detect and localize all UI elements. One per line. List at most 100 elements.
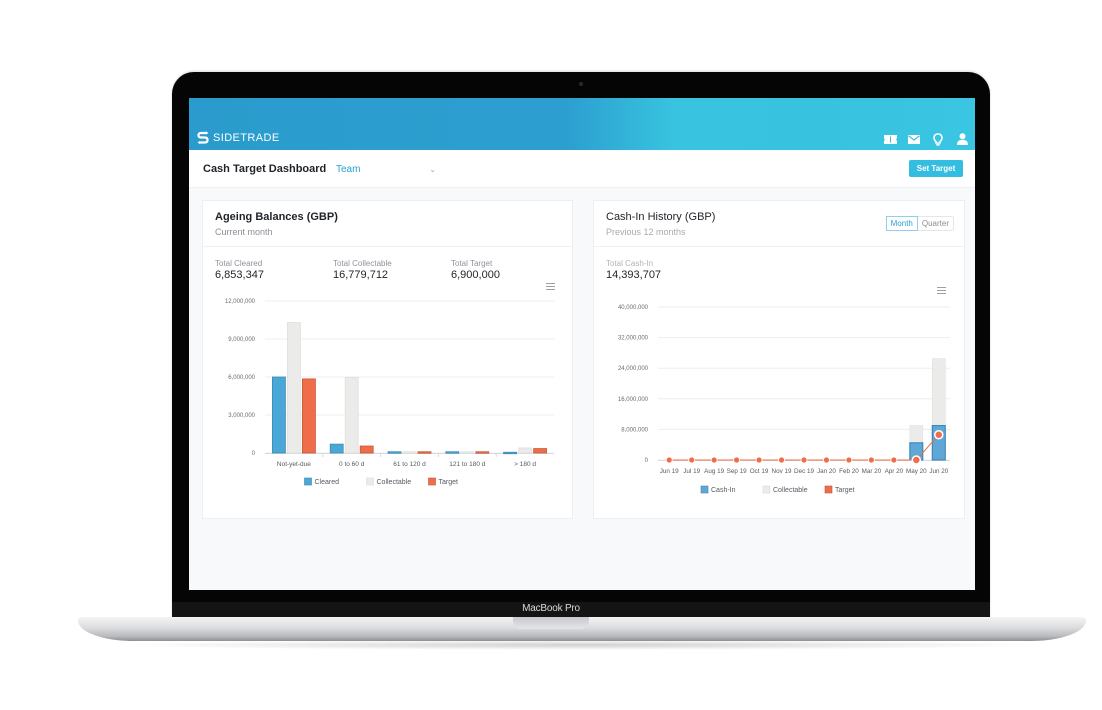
- target-point: [934, 430, 944, 440]
- chart-menu-icon[interactable]: [546, 283, 555, 290]
- target-point: [911, 455, 922, 465]
- card-header: Ageing Balances (GBP) Current month: [203, 201, 572, 247]
- target-point: [845, 456, 853, 464]
- stat-value: 16,779,712: [333, 269, 389, 281]
- stat-value: 14,393,707: [606, 269, 662, 281]
- target-point: [823, 456, 830, 464]
- x-tick-label: Nov 19: [772, 468, 792, 475]
- x-tick-label: 0 to 60 d: [339, 461, 365, 468]
- bar-cleared: [387, 451, 402, 454]
- x-tick-label: 121 to 180 d: [449, 461, 486, 468]
- legend-swatch: [366, 477, 374, 486]
- ticket-icon[interactable]: [883, 132, 897, 146]
- ageing-chart: 0 3,000,000 6,000,000 9,000,000 12,000,000 No…: [225, 299, 554, 486]
- bar-cleared: [329, 443, 344, 454]
- x-tick-label: Jan 20: [817, 468, 836, 475]
- x-tick-label: Jun 20: [929, 468, 948, 475]
- chevron-down-icon: ⌄: [429, 164, 436, 174]
- stat-total-cleared: Total Cleared 6,853,347: [215, 259, 264, 281]
- user-icon[interactable]: [955, 132, 969, 146]
- stat-value: 6,853,347: [215, 269, 264, 281]
- stat-label: Total Target: [451, 259, 493, 268]
- team-select-value: Team: [336, 163, 361, 175]
- x-tick-label: Not-yet-due: [277, 461, 311, 468]
- set-target-button[interactable]: Set Target: [909, 160, 963, 177]
- x-tick-label: May 20: [906, 468, 927, 475]
- stat-value: 6,900,000: [451, 269, 500, 281]
- card-title: Cash-In History (GBP): [606, 211, 716, 223]
- legend-label: Collectable: [377, 479, 412, 486]
- y-tick-label: 12,000,000: [225, 299, 256, 305]
- legend-swatch: [762, 485, 771, 494]
- bar-collectable: [287, 322, 301, 454]
- bar-cleared: [445, 451, 460, 454]
- target-point: [710, 456, 718, 464]
- y-tick-label: 0: [252, 451, 256, 457]
- x-tick-label: Aug 19: [704, 468, 724, 475]
- target-point: [755, 456, 763, 464]
- target-point: [688, 456, 696, 464]
- target-line: [669, 434, 940, 461]
- bar-target: [359, 445, 374, 454]
- logo[interactable]: SIDETRADE: [197, 131, 280, 145]
- legend-label: Cleared: [315, 479, 340, 486]
- legend-label: Collectable: [773, 487, 808, 494]
- x-tick-label: 61 to 120 d: [393, 461, 426, 468]
- device-label: MacBook Pro: [522, 603, 580, 614]
- bar-cleared: [503, 451, 518, 455]
- lightbulb-icon[interactable]: [931, 132, 945, 146]
- x-tick-label: Feb 20: [839, 468, 859, 475]
- legend-swatch: [824, 485, 833, 494]
- legend-label: Cash-In: [711, 487, 736, 494]
- camera-icon: [579, 82, 583, 86]
- card-subtitle: Previous 12 months: [606, 227, 686, 237]
- y-tick-label: 8,000,000: [621, 427, 648, 433]
- laptop-notch: [513, 617, 589, 629]
- card-subtitle: Current month: [215, 227, 273, 237]
- toggle-quarter[interactable]: Quarter: [917, 217, 953, 230]
- team-select[interactable]: Team ⌄: [336, 161, 436, 177]
- nav-icons: [883, 132, 969, 146]
- sub-header: Cash Target Dashboard Team ⌄ Set Target: [189, 150, 975, 188]
- target-point: [778, 456, 785, 464]
- bar-target: [417, 451, 432, 454]
- top-navbar: SIDETRADE: [189, 98, 975, 150]
- y-tick-label: 9,000,000: [228, 337, 255, 343]
- bar-collectable: [402, 451, 417, 454]
- legend-swatch: [304, 477, 312, 486]
- stage: MacBook Pro SIDETRADE Cash Target Dashbo…: [0, 0, 1102, 710]
- stat-label: Total Collectable: [333, 259, 392, 268]
- bar-cleared: [272, 376, 286, 454]
- target-point: [867, 456, 875, 464]
- y-tick-label: 24,000,000: [618, 366, 649, 372]
- bar-target: [302, 378, 316, 454]
- ageing-balances-card: Ageing Balances (GBP) Current month Tota…: [202, 200, 573, 519]
- legend-swatch: [428, 477, 436, 486]
- target-point: [890, 456, 898, 464]
- bar-collectable: [460, 451, 475, 454]
- stat-total-cash-in: Total Cash-In 14,393,707: [606, 259, 661, 281]
- mail-icon[interactable]: [907, 132, 921, 146]
- stat-total-collectable: Total Collectable 16,779,712: [333, 259, 392, 281]
- x-tick-label: Mar 20: [862, 468, 882, 475]
- x-tick-label: > 180 d: [514, 461, 536, 468]
- x-tick-label: Oct 19: [750, 468, 769, 475]
- bar-target: [533, 448, 548, 454]
- y-tick-label: 0: [645, 458, 649, 464]
- x-tick-label: Sep 19: [727, 468, 747, 475]
- target-point: [733, 456, 741, 464]
- chart-menu-icon[interactable]: [937, 287, 946, 294]
- page-title: Cash Target Dashboard: [203, 163, 327, 175]
- y-tick-label: 3,000,000: [228, 413, 255, 419]
- bar-collectable: [344, 377, 359, 454]
- y-tick-label: 6,000,000: [228, 375, 255, 381]
- legend-swatch: [700, 485, 709, 494]
- stat-total-target: Total Target 6,900,000: [451, 259, 500, 281]
- toggle-month[interactable]: Month: [885, 216, 918, 231]
- stat-label: Total Cleared: [215, 259, 263, 268]
- cash-in-chart: 0 8,000,000 16,000,000 24,000,000 32,000,000…: [618, 305, 950, 494]
- y-tick-label: 16,000,000: [618, 397, 649, 403]
- sidetrade-logo-icon: [197, 131, 209, 144]
- legend-label: Target: [835, 487, 855, 494]
- target-point: [800, 456, 808, 464]
